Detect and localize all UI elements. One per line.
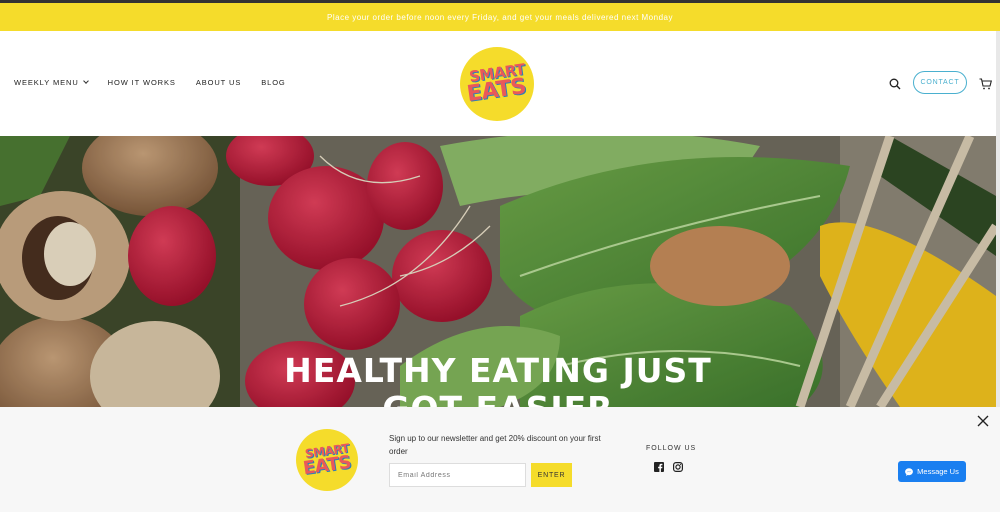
logo-line-2: EATS <box>465 73 528 107</box>
nav-how-it-works[interactable]: HOW IT WORKS <box>108 78 176 87</box>
nav-weekly-menu-label: WEEKLY MENU <box>14 78 79 87</box>
announcement-bar: Place your order before noon every Frida… <box>0 3 1000 31</box>
nav-weekly-menu[interactable]: WEEKLY MENU <box>14 78 89 87</box>
hero-banner: HEALTHY EATING JUST GOT EASIER <box>0 136 996 407</box>
chevron-down-icon <box>82 78 89 84</box>
hero-title-line-1: HEALTHY EATING JUST <box>284 351 712 390</box>
message-us-label: Message Us <box>917 467 959 476</box>
nav-blog-label: BLOG <box>261 78 286 87</box>
instagram-icon[interactable] <box>673 462 683 472</box>
main-nav: WEEKLY MENU HOW IT WORKS ABOUT US BLOG <box>14 78 286 87</box>
hero-title-line-2: GOT EASIER <box>0 390 996 408</box>
email-field[interactable] <box>389 463 526 487</box>
newsletter-logo: SMART EATS <box>296 429 358 491</box>
newsletter-text: Sign up to our newsletter and get 20% di… <box>389 434 601 456</box>
nav-about-us[interactable]: ABOUT US <box>196 78 241 87</box>
nav-blog[interactable]: BLOG <box>261 78 285 87</box>
search-icon[interactable] <box>889 78 901 90</box>
scrollbar-track[interactable] <box>996 31 1000 407</box>
newsletter-popup-bar: SMART EATS Sign up to our newsletter and… <box>0 407 1000 512</box>
close-icon[interactable] <box>977 415 989 427</box>
messenger-icon <box>905 467 914 476</box>
follow-us-label: FOLLOW US <box>646 445 697 452</box>
contact-button[interactable]: CONTACT <box>913 71 967 94</box>
nav-about-us-label: ABOUT US <box>195 78 242 87</box>
site-header: WEEKLY MENU HOW IT WORKS ABOUT US BLOG S… <box>0 31 1000 136</box>
enter-button[interactable]: ENTER <box>531 463 572 487</box>
newsletter-logo-line-2: EATS <box>301 451 353 480</box>
cart-icon[interactable] <box>979 78 992 90</box>
hero-title: HEALTHY EATING JUST GOT EASIER <box>0 351 996 408</box>
page: Place your order before noon every Frida… <box>0 0 1000 512</box>
nav-how-it-works-label: HOW IT WORKS <box>107 78 176 87</box>
message-us-button[interactable]: Message Us <box>898 461 966 482</box>
site-logo[interactable]: SMART EATS <box>460 47 534 121</box>
facebook-icon[interactable] <box>654 462 664 472</box>
announcement-text: Place your order before noon every Frida… <box>327 12 673 22</box>
